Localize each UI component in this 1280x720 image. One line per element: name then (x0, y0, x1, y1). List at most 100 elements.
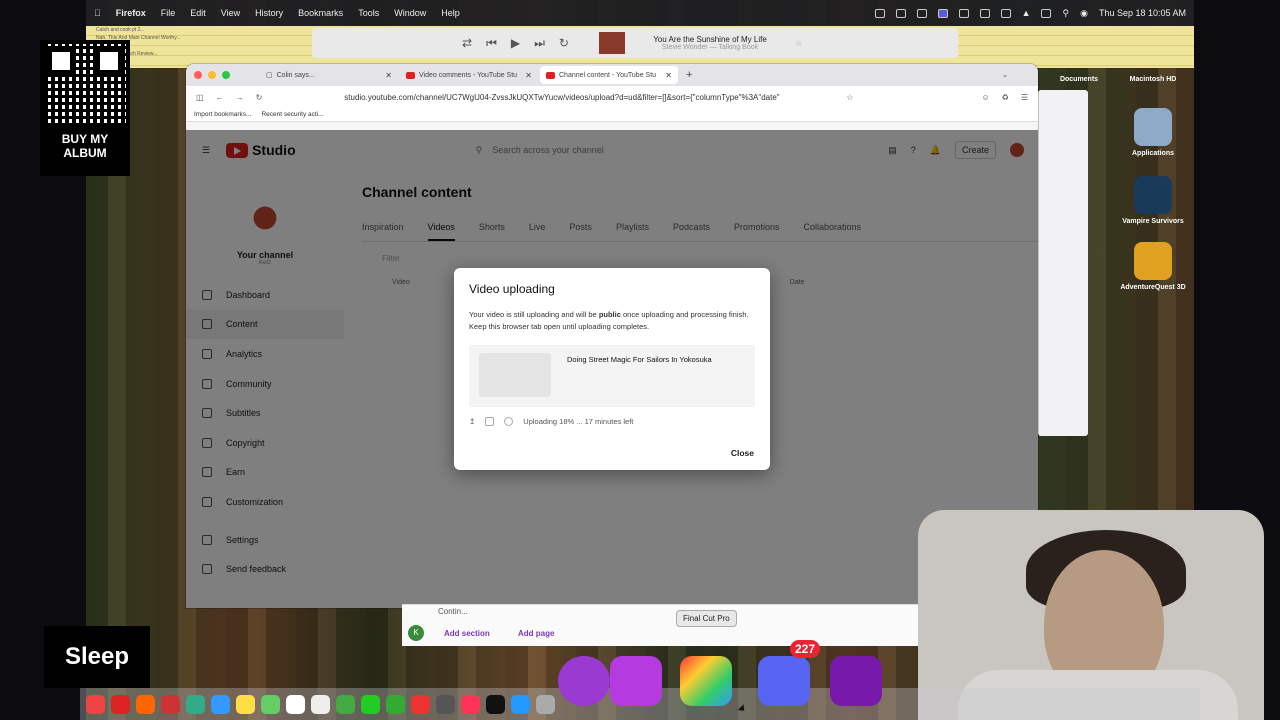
apple-icon[interactable]:  (94, 8, 101, 18)
close-tab-icon[interactable]: ✕ (525, 71, 532, 80)
new-tab-icon[interactable]: + (686, 69, 692, 81)
app-icon[interactable] (436, 694, 455, 714)
facetime-icon[interactable] (361, 694, 380, 714)
reminders-icon[interactable] (311, 694, 330, 714)
music-icon[interactable] (461, 694, 480, 714)
desktop-icon-adventurequest[interactable]: AdventureQuest 3D (1118, 242, 1188, 291)
desktop-icon-label: Macintosh HD (1129, 76, 1177, 83)
visibility-text: public (598, 310, 621, 319)
browser-tab[interactable]: Video comments - YouTube Stu ✕ (400, 66, 538, 84)
menu-bar:  Firefox File Edit View History Bookmar… (86, 0, 1194, 26)
back-icon[interactable]: ← (216, 93, 224, 102)
menu-edit[interactable]: Edit (190, 8, 206, 18)
final-cut-pro-icon[interactable] (680, 656, 732, 706)
spotlight-icon[interactable]: ⚲ (1062, 8, 1069, 19)
account-icon[interactable]: ☺ (981, 93, 989, 102)
zoom-window-icon[interactable] (222, 71, 230, 79)
browser-tab-active[interactable]: Channel content - YouTube Stu ✕ (540, 66, 678, 84)
opera-icon[interactable] (111, 694, 130, 714)
menu-help[interactable]: Help (441, 8, 460, 18)
forward-icon[interactable]: → (236, 93, 244, 102)
minimize-window-icon[interactable] (208, 71, 216, 79)
app-store-icon[interactable] (511, 694, 530, 714)
next-icon[interactable]: ⏭ (534, 36, 545, 51)
menu-icon[interactable]: ☰ (1021, 93, 1028, 102)
menu-tools[interactable]: Tools (358, 8, 379, 18)
star-icon[interactable]: ☆ (795, 39, 802, 48)
bookmark-star-icon[interactable]: ☆ (846, 93, 853, 102)
sleep-overlay: Sleep (44, 626, 150, 688)
check-icon (504, 417, 514, 426)
tab-list-icon[interactable]: ⌄ (1002, 71, 1008, 79)
messages-icon[interactable] (336, 694, 355, 714)
mic-icon[interactable] (916, 8, 927, 18)
menu-window[interactable]: Window (394, 8, 426, 18)
podcasts-icon[interactable] (558, 656, 610, 706)
settings-icon[interactable] (536, 694, 555, 714)
reload-icon[interactable]: ↻ (256, 93, 263, 102)
onenote-icon[interactable] (830, 656, 882, 706)
sidebar-icon[interactable]: ◫ (196, 93, 204, 102)
desktop-icon-macintosh-hd[interactable]: Macintosh HD (1118, 76, 1188, 83)
add-page-button[interactable]: Add page (518, 629, 554, 638)
close-button[interactable]: Close (731, 448, 754, 458)
section-tab[interactable]: Contin... (438, 607, 468, 616)
mail-icon[interactable] (211, 694, 230, 714)
upload-icon: ↥ (469, 417, 476, 426)
bookmark-item[interactable]: Import bookmarks... (194, 111, 251, 118)
previous-icon[interactable]: ⏮ (486, 36, 497, 51)
menu-history[interactable]: History (255, 8, 283, 18)
menu-clock[interactable]: Thu Sep 18 10:05 AM (1099, 8, 1186, 18)
camera-icon[interactable] (895, 8, 906, 18)
close-tab-icon[interactable]: ✕ (665, 71, 672, 80)
menu-file[interactable]: File (161, 8, 176, 18)
repeat-icon[interactable]: ↻ (559, 36, 569, 51)
tab-label: Video comments - YouTube Stu (419, 71, 518, 79)
calendar-icon[interactable] (286, 694, 305, 714)
app-status-icon[interactable] (958, 8, 969, 18)
tv-icon[interactable] (486, 694, 505, 714)
control-center-icon[interactable]: ◉ (1080, 8, 1088, 19)
close-tab-icon[interactable]: ✕ (385, 71, 392, 80)
notes-icon[interactable] (236, 694, 255, 714)
app-icon[interactable] (610, 656, 662, 706)
desktop-icon-applications[interactable]: Applications (1118, 108, 1188, 157)
playback-controls: ⇄ ⏮ ▶ ⏭ ↻ (462, 36, 569, 51)
menu-view[interactable]: View (221, 8, 240, 18)
app-icon[interactable] (186, 694, 205, 714)
user-avatar[interactable]: K (408, 625, 424, 641)
desktop-icon-vampire-survivors[interactable]: Vampire Survivors (1118, 176, 1188, 225)
input-source-icon[interactable] (1041, 8, 1052, 18)
add-section-button[interactable]: Add section (444, 629, 490, 638)
tab-label: Channel content - YouTube Stu (559, 71, 657, 79)
upload-status: ↥ Uploading 18% ... 17 minutes left (469, 417, 755, 426)
discord-icon[interactable] (758, 656, 810, 706)
window-controls (194, 71, 230, 79)
address-bar[interactable]: studio.youtube.com/channel/UC7WgU04-Zvss… (344, 93, 834, 102)
desktop-icon-documents[interactable]: Documents (1044, 76, 1114, 83)
display-icon[interactable] (937, 8, 948, 18)
album-art (598, 32, 625, 54)
battery-icon[interactable] (1000, 8, 1011, 18)
menu-bookmarks[interactable]: Bookmarks (298, 8, 343, 18)
navigation-bar: ◫ ← → ↻ studio.youtube.com/channel/UC7Wg… (186, 86, 1038, 108)
chrome-icon[interactable] (86, 694, 105, 714)
bluetooth-icon[interactable] (979, 8, 990, 18)
app-icon[interactable] (386, 694, 405, 714)
wifi-icon[interactable]: ▲ (1022, 8, 1031, 18)
maps-icon[interactable] (261, 694, 280, 714)
menu-app-name[interactable]: Firefox (116, 8, 146, 18)
firefox-icon[interactable] (136, 694, 155, 714)
bookmark-item[interactable]: Recent security acti... (261, 111, 323, 118)
browser-tab[interactable]: ▢ Colin says... ✕ (260, 66, 398, 84)
close-window-icon[interactable] (194, 71, 202, 79)
extensions-icon[interactable]: ♻ (1002, 93, 1009, 102)
news-icon[interactable] (411, 694, 430, 714)
shuffle-icon[interactable]: ⇄ (462, 36, 472, 51)
app-icon[interactable] (161, 694, 180, 714)
screen-record-icon[interactable] (874, 8, 885, 18)
video-title: Doing Street Magic For Sailors In Yokosu… (567, 355, 712, 364)
video-card: Doing Street Magic For Sailors In Yokosu… (469, 345, 755, 407)
play-icon[interactable]: ▶ (511, 36, 520, 51)
game-icon (1134, 242, 1172, 280)
